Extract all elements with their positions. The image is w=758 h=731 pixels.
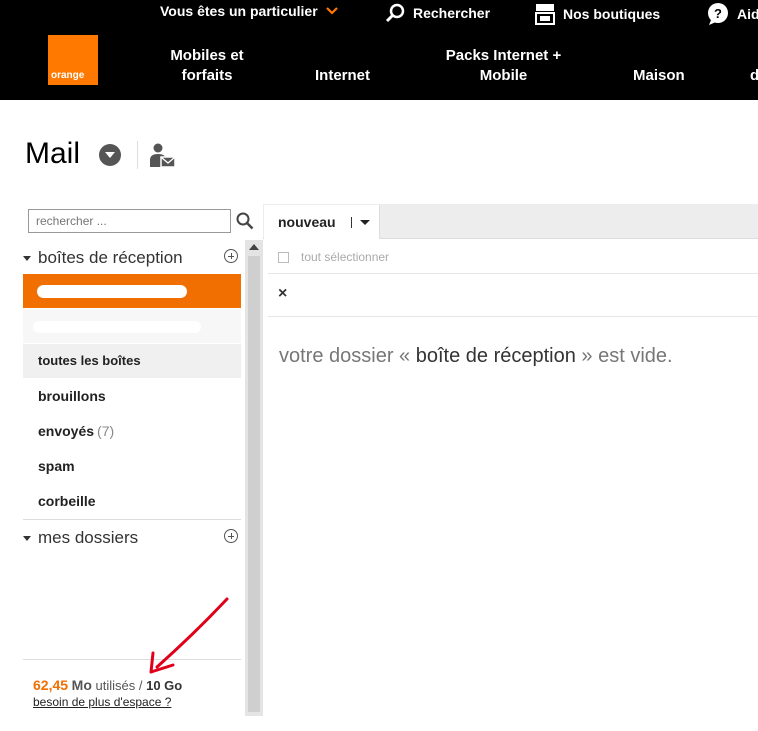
particulier-label: Vous êtes un particulier <box>160 3 318 19</box>
title-divider <box>137 141 138 169</box>
mailbox-account-selected[interactable] <box>23 274 241 308</box>
help-link[interactable]: ? Aid <box>707 3 758 25</box>
search-link-label: Rechercher <box>413 5 491 21</box>
help-icon: ? <box>708 3 728 25</box>
search-button-icon[interactable] <box>236 212 254 230</box>
caret-down-icon <box>23 535 31 541</box>
particulier-menu[interactable]: Vous êtes un particulier <box>160 3 338 19</box>
add-inbox-icon[interactable] <box>224 249 238 263</box>
folder-drafts[interactable]: brouillons <box>23 379 241 413</box>
nav-more[interactable]: d <box>750 66 758 86</box>
nav-packs[interactable]: Packs Internet + Mobile <box>436 46 571 86</box>
select-all-row: tout sélectionner <box>268 240 758 274</box>
new-message-button[interactable]: nouveau <box>264 205 380 239</box>
empty-suffix: » est vide. <box>581 345 673 367</box>
nav-maison[interactable]: Maison <box>633 66 685 86</box>
folder-label: envoyés <box>38 423 95 439</box>
folder-label: brouillons <box>38 388 106 404</box>
more-storage-link[interactable]: besoin de plus d'espace ? <box>33 695 171 709</box>
mailbox-account[interactable] <box>23 309 241 343</box>
redacted-address <box>33 321 201 333</box>
annotation-arrow-icon <box>149 597 229 674</box>
folder-label: corbeille <box>38 493 96 509</box>
storage-quota: 62,45 Mo utilisés / 10 Go <box>33 677 182 693</box>
logo-text: orange <box>51 70 85 81</box>
search-icon <box>385 3 405 23</box>
folder-label: spam <box>38 458 75 474</box>
folder-count: (7) <box>97 423 115 439</box>
add-folder-icon[interactable] <box>224 529 238 543</box>
my-folders-section-label: mes dossiers <box>38 528 139 547</box>
new-message-label: nouveau <box>278 214 336 230</box>
help-link-label: Aid <box>737 6 758 22</box>
top-bar: Vous êtes un particulier Rechercher Nos … <box>0 0 758 26</box>
site-header: Vous êtes un particulier Rechercher Nos … <box>0 0 758 100</box>
caret-down-icon[interactable] <box>360 220 370 225</box>
inboxes-section-label: boîtes de réception <box>38 248 183 267</box>
scrollbar-thumb[interactable] <box>248 256 260 712</box>
my-folders-section-toggle[interactable]: mes dossiers <box>23 528 138 548</box>
nav-mobiles[interactable]: Mobiles et forfaits <box>164 46 250 86</box>
orange-logo[interactable]: orange <box>48 35 98 85</box>
quota-used-value: 62,45 <box>33 677 69 693</box>
quota-used-unit: Mo <box>71 677 92 693</box>
folder-trash[interactable]: corbeille <box>23 484 241 518</box>
redacted-address <box>37 285 187 298</box>
select-all-checkbox[interactable] <box>278 252 289 263</box>
shop-icon <box>535 4 555 25</box>
quota-used-word: utilisés / <box>95 678 143 693</box>
scroll-up-icon[interactable] <box>249 244 259 250</box>
quota-total: 10 Go <box>146 678 183 693</box>
search-link[interactable]: Rechercher <box>385 3 490 23</box>
page-title: Mail <box>25 137 81 170</box>
shops-link[interactable]: Nos boutiques <box>535 3 660 25</box>
close-row: × <box>268 275 758 317</box>
shops-link-label: Nos boutiques <box>563 6 661 22</box>
sidebar-divider <box>23 519 241 520</box>
close-icon[interactable]: × <box>278 285 287 303</box>
empty-prefix: votre dossier « <box>279 345 411 367</box>
folder-sent[interactable]: envoyés (7) <box>23 414 241 448</box>
nav-internet[interactable]: Internet <box>315 66 370 86</box>
folder-all-boxes[interactable]: toutes les boîtes <box>23 344 241 378</box>
sidebar-scrollbar[interactable] <box>245 240 263 716</box>
chevron-down-icon <box>325 7 338 15</box>
contacts-icon[interactable] <box>149 142 177 170</box>
account-dropdown-icon[interactable] <box>99 144 121 166</box>
select-all-label[interactable]: tout sélectionner <box>301 250 389 264</box>
search-input[interactable] <box>28 209 231 233</box>
inboxes-section-toggle[interactable]: boîtes de réception <box>23 248 183 268</box>
empty-folder-message: votre dossier « boîte de réception » est… <box>279 345 673 368</box>
button-separator <box>351 217 352 228</box>
folder-spam[interactable]: spam <box>23 449 241 483</box>
svg-text:?: ? <box>714 6 722 21</box>
empty-folder-name: boîte de réception <box>415 345 576 367</box>
caret-down-icon <box>23 255 31 261</box>
